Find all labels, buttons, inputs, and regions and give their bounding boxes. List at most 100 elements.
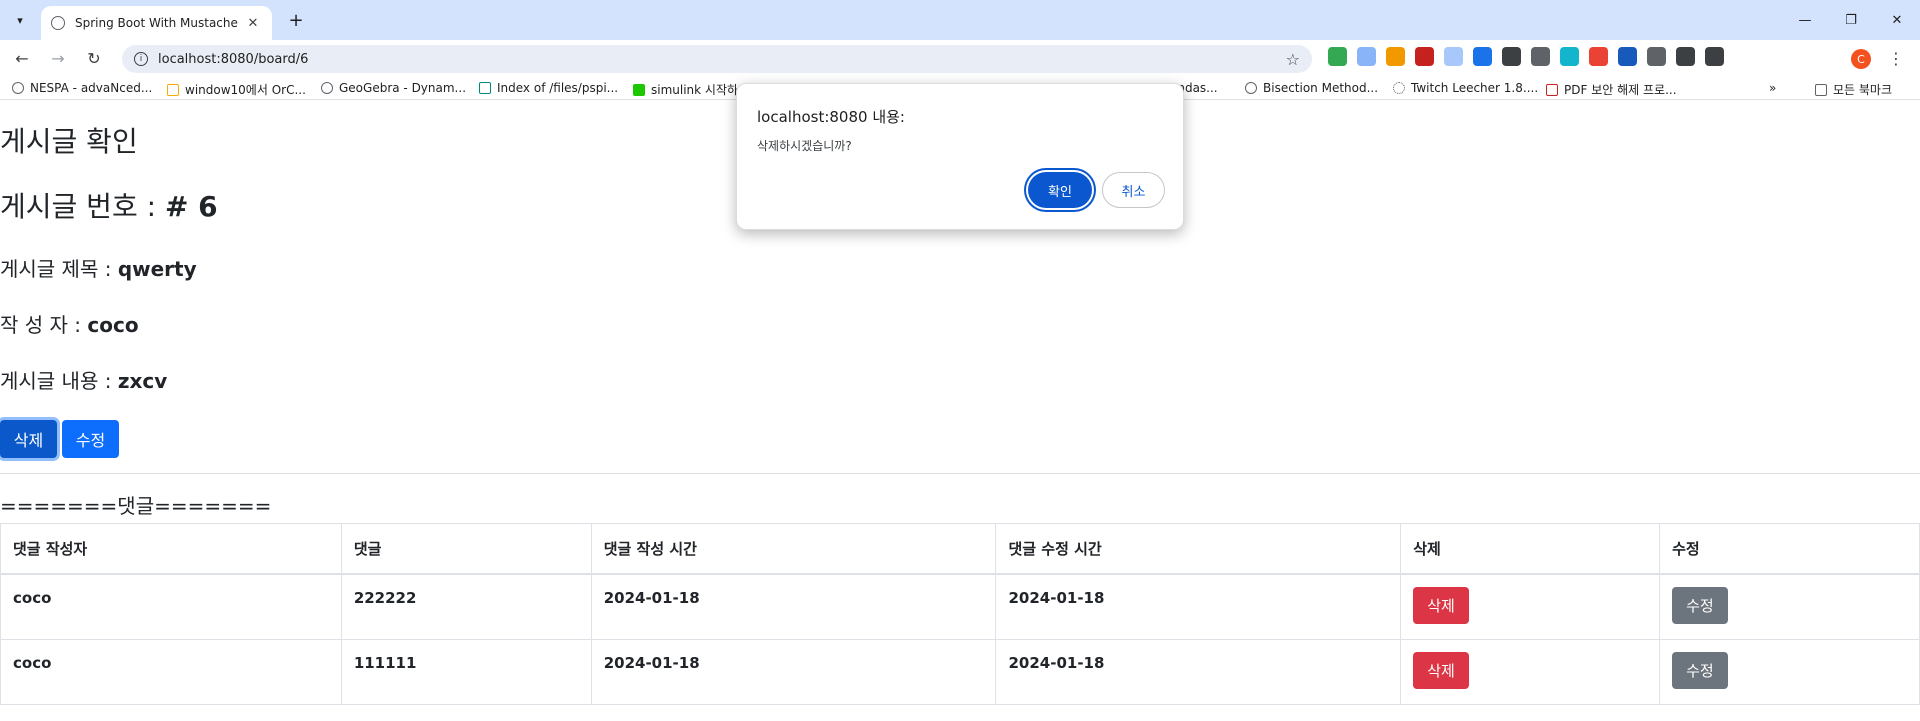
post-title-value: qwerty [117,257,197,281]
window-controls: — ❐ ✕ [1782,0,1920,40]
crown-icon [167,83,179,96]
delete-comment-button[interactable]: 삭제 [1413,587,1469,624]
bookmark-star-icon[interactable]: ☆ [1286,50,1300,69]
extension-icon[interactable] [1531,47,1550,66]
bookmark-item[interactable]: GeoGebra - Dynam... [321,81,466,95]
more-bookmarks-icon[interactable]: » [1769,81,1776,95]
post-number-label: 게시글 번호 : [0,190,157,223]
blog-icon [633,83,645,96]
comment-updated: 2024-01-18 [995,573,1402,640]
column-header: 댓글 [340,523,592,575]
delete-cell: 삭제 [1400,638,1661,705]
comment-text: 111111 [340,638,592,705]
comments-table: 댓글 작성자 댓글 댓글 작성 시간 댓글 수정 시간 삭제 수정 coco 2… [0,523,1920,705]
extension-icon[interactable] [1589,47,1608,66]
delete-post-button[interactable]: 삭제 [0,420,57,458]
column-header: 댓글 수정 시간 [995,523,1402,575]
edit-comment-button[interactable]: 수정 [1672,587,1728,624]
all-bookmarks-folder[interactable]: 모든 북마크 [1815,81,1892,98]
media-icon[interactable] [1676,47,1695,66]
close-tab-icon[interactable]: ✕ [244,16,262,31]
bookmark-item[interactable]: simulink 시작하 [633,81,738,98]
url-text[interactable]: localhost:8080/board/6 [158,52,1286,67]
edit-comment-button[interactable]: 수정 [1672,651,1728,689]
pdf-icon [1546,83,1558,96]
bookmark-item[interactable]: window10에서 OrC... [167,81,306,98]
forward-button[interactable]: → [44,45,72,73]
extension-icon[interactable] [1560,47,1579,66]
tab-title: Spring Boot With Mustache [75,16,238,30]
post-title-field: 게시글 제목 : qwerty [0,253,197,282]
post-number-value: # 6 [164,190,218,223]
post-number-heading: 게시글 번호 : # 6 [0,185,218,225]
bookmark-item[interactable]: NESPA - advaNced... [12,81,152,95]
comment-updated: 2024-01-18 [995,638,1402,705]
extension-icon[interactable] [1473,47,1492,66]
column-header: 삭제 [1400,523,1661,575]
new-tab-button[interactable]: + [284,8,308,32]
confirm-dialog: localhost:8080 내용: 삭제하시겠습니까? 확인 취소 [736,83,1184,230]
post-content-label: 게시글 내용 : [0,369,112,393]
site-info-icon[interactable]: i [134,52,148,66]
comment-created: 2024-01-18 [590,573,997,640]
comment-author: coco [0,638,342,705]
extension-icon[interactable] [1444,47,1463,66]
column-header: 수정 [1659,523,1920,575]
post-content-value: zxcv [117,369,168,393]
delete-comment-button[interactable]: 삭제 [1413,651,1469,689]
globe-icon [12,82,24,94]
bookmark-item[interactable]: Index of /files/pspi... [479,81,618,95]
post-author-label: 작 성 자 : [0,313,82,337]
extension-icon[interactable] [1357,47,1376,66]
reload-button[interactable]: ↻ [80,45,108,73]
bookmark-item[interactable]: Bisection Method... [1245,81,1378,95]
geogebra-icon [321,82,333,94]
address-bar[interactable]: i localhost:8080/board/6 ☆ [122,45,1312,73]
puzzle-icon[interactable] [1647,47,1666,66]
comment-created: 2024-01-18 [590,638,997,705]
table-row: coco 222222 2024-01-18 2024-01-18 삭제 수정 [0,573,1920,640]
menu-icon[interactable]: ⋮ [1888,49,1904,68]
dialog-cancel-button[interactable]: 취소 [1102,172,1165,208]
folder-index-icon [479,82,491,94]
close-window-button[interactable]: ✕ [1874,0,1920,40]
extension-icons [1328,47,1724,66]
divider [0,473,1920,474]
side-panel-icon[interactable] [1705,47,1724,66]
bookmark-item[interactable]: Twitch Leecher 1.8.... [1393,81,1538,95]
extension-icon[interactable] [1415,47,1434,66]
edit-cell: 수정 [1659,573,1920,640]
dialog-message: 삭제하시겠습니까? [757,139,852,153]
table-header-row: 댓글 작성자 댓글 댓글 작성 시간 댓글 수정 시간 삭제 수정 [0,523,1920,575]
tab-search-icon[interactable]: ▾ [8,8,32,32]
browser-toolbar: ← → ↻ i localhost:8080/board/6 ☆ C ⋮ [0,40,1920,77]
extension-icon[interactable] [1618,47,1637,66]
post-author-field: 작 성 자 : coco [0,309,139,338]
post-title-label: 게시글 제목 : [0,257,112,281]
profile-avatar[interactable]: C [1851,49,1871,69]
page-heading: 게시글 확인 [0,125,138,158]
post-author-value: coco [87,313,139,337]
bookmark-item[interactable]: PDF 보안 해제 프로... [1546,81,1677,98]
extension-icon[interactable] [1502,47,1521,66]
post-content-field: 게시글 내용 : zxcv [0,365,167,394]
minimize-button[interactable]: — [1782,0,1828,40]
comment-author: coco [0,573,342,640]
extension-icon[interactable] [1328,47,1347,66]
active-tab[interactable]: Spring Boot With Mustache ✕ [41,6,272,40]
column-header: 댓글 작성자 [0,523,342,575]
dialog-title: localhost:8080 내용: [757,108,905,126]
globe-icon [51,16,65,30]
delete-cell: 삭제 [1400,573,1661,640]
back-button[interactable]: ← [8,45,36,73]
comments-heading: =======댓글======= [0,494,272,518]
comment-text: 222222 [340,573,592,640]
folder-icon [1815,83,1827,96]
restore-button[interactable]: ❐ [1828,0,1874,40]
tab-bar: ▾ Spring Boot With Mustache ✕ + — ❐ ✕ [0,0,1920,40]
column-header: 댓글 작성 시간 [590,523,997,575]
dialog-ok-button[interactable]: 확인 [1028,172,1092,208]
edit-post-button[interactable]: 수정 [62,420,119,458]
extension-icon[interactable] [1386,47,1405,66]
globe-icon [1245,82,1257,94]
